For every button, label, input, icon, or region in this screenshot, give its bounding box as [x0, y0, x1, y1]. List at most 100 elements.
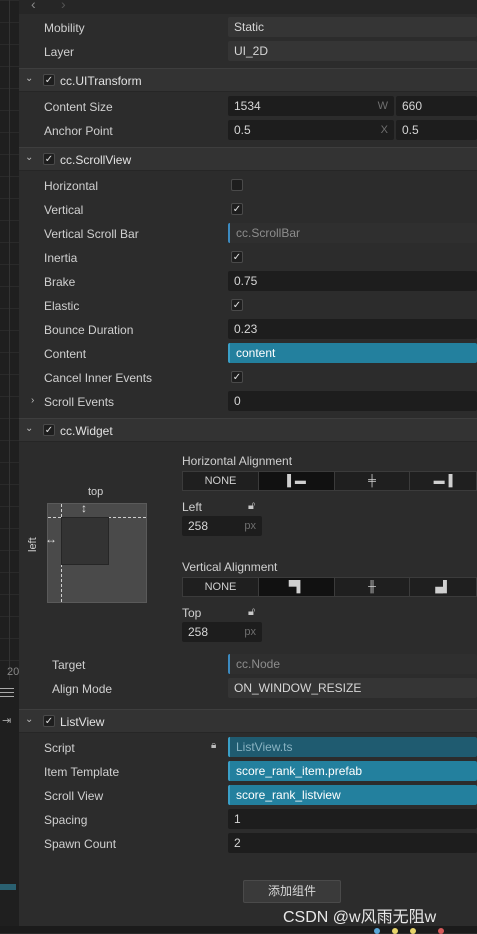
left-offset-unit: px [244, 520, 256, 532]
item-template-label: Item Template [44, 765, 120, 779]
align-bottom-icon: ▄▌ [435, 581, 451, 593]
inspector-toolbar: ‹ › [19, 0, 477, 14]
h-align-none-button[interactable]: NONE [183, 472, 259, 490]
spawn-count-input[interactable]: 2 [228, 833, 477, 853]
menu-icon-line [0, 692, 14, 693]
status-dot-icon [392, 928, 398, 934]
vertical-scroll-bar-label: Vertical Scroll Bar [44, 227, 139, 241]
anchor-point-label: Anchor Point [44, 124, 113, 138]
lock-icon: 🔒︎ [211, 740, 217, 751]
bounce-duration-label: Bounce Duration [44, 323, 134, 337]
align-mode-label: Align Mode [52, 682, 113, 696]
widget-title: cc.Widget [60, 424, 113, 438]
uitransform-section-header[interactable]: ⌄ ✓ cc.UITransform [19, 68, 477, 92]
scrollview-enabled-checkbox[interactable]: ✓ [43, 153, 55, 165]
v-align-top-button[interactable]: ▀▌ [259, 578, 335, 596]
bounce-duration-input[interactable]: 0.23 [228, 319, 477, 339]
widget-enabled-checkbox[interactable]: ✓ [43, 424, 55, 436]
uitransform-title: cc.UITransform [60, 74, 142, 88]
left-label: Left [182, 500, 203, 514]
node-preview-box [61, 517, 109, 565]
left-unlock-icon[interactable]: 🔓︎ [248, 500, 255, 513]
spawn-count-label: Spawn Count [44, 837, 117, 851]
top-offset-input[interactable]: 258 px [182, 622, 262, 642]
horizontal-label: Horizontal [44, 179, 99, 193]
collapse-chevron-icon[interactable]: ⌄ [25, 73, 33, 84]
layer-select[interactable]: UI_2D [228, 41, 477, 61]
content-width-input[interactable]: 1534 W [228, 96, 394, 116]
expand-chevron-icon[interactable]: › [31, 395, 34, 406]
preview-left-label: left [27, 537, 39, 552]
vertical-checkbox[interactable]: ✓ [231, 203, 243, 215]
scene-axis-line [9, 0, 10, 680]
v-align-bottom-button[interactable]: ▄▌ [410, 578, 476, 596]
scene-view-strip: 20 ⇥ [0, 0, 20, 933]
spacing-input[interactable]: 1 [228, 809, 477, 829]
script-field[interactable]: ListView.ts [228, 737, 477, 757]
status-indicator [0, 884, 16, 890]
scrollview-title: cc.ScrollView [60, 153, 132, 167]
uitransform-enabled-checkbox[interactable]: ✓ [43, 74, 55, 86]
align-mode-select[interactable]: ON_WINDOW_RESIZE [228, 678, 477, 698]
target-field[interactable]: cc.Node [228, 654, 477, 674]
status-dot-icon [410, 928, 416, 934]
anchor-x-value: 0.5 [234, 123, 251, 137]
cancel-inner-events-label: Cancel Inner Events [44, 371, 153, 385]
inertia-label: Inertia [44, 251, 78, 265]
item-template-field[interactable]: score_rank_item.prefab [228, 761, 477, 781]
left-offset-value: 258 [188, 519, 209, 533]
inertia-checkbox[interactable]: ✓ [231, 251, 243, 263]
scroll-events-label: Scroll Events [44, 395, 115, 409]
scroll-view-field[interactable]: score_rank_listview [228, 785, 477, 805]
collapse-chevron-icon[interactable]: ⌄ [25, 423, 33, 434]
scroll-events-input[interactable]: 0 [228, 391, 477, 411]
h-align-right-button[interactable]: ▬▐ [410, 472, 476, 490]
widget-section-header[interactable]: ⌄ ✓ cc.Widget [19, 418, 477, 442]
csdn-watermark: CSDN @w风雨无阻w [283, 909, 437, 926]
align-right-icon: ▬▐ [433, 475, 453, 487]
collapse-chevron-icon[interactable]: ⌄ [25, 152, 33, 163]
top-offset-value: 258 [188, 625, 209, 639]
brake-input[interactable]: 0.75 [228, 271, 477, 291]
align-left-icon: ▌▬ [287, 475, 306, 487]
layer-label: Layer [44, 45, 75, 59]
elastic-label: Elastic [44, 299, 80, 313]
vertical-label: Vertical [44, 203, 84, 217]
top-unlock-icon[interactable]: 🔓︎ [248, 606, 255, 619]
left-arrow-icon: ↔ [45, 532, 57, 546]
collapse-chevron-icon[interactable]: ⌄ [25, 714, 33, 725]
bottom-status-bar [0, 926, 477, 934]
align-top-icon: ▀▌ [288, 581, 305, 593]
h-align-left-button[interactable]: ▌▬ [259, 472, 335, 490]
left-offset-input[interactable]: 258 px [182, 516, 262, 536]
content-height-input[interactable]: 660 [396, 96, 477, 116]
listview-section-header[interactable]: ⌄ ✓ ListView [19, 709, 477, 733]
h-align-center-button[interactable]: ╪ [335, 472, 410, 490]
menu-icon[interactable] [0, 688, 14, 689]
top-arrow-icon: ↕ [81, 501, 87, 515]
mobility-select[interactable]: Static [228, 17, 477, 37]
widget-preview[interactable]: ↕ ↔ [45, 501, 147, 603]
horizontal-checkbox[interactable] [231, 179, 243, 191]
status-dot-icon [374, 928, 380, 934]
align-center-icon: ╪ [368, 475, 376, 487]
back-arrow-icon[interactable]: ‹ [31, 0, 36, 12]
forward-arrow-icon[interactable]: › [61, 0, 66, 12]
anchor-y-input[interactable]: 0.5 [396, 120, 477, 140]
add-component-button[interactable]: 添加组件 [243, 880, 341, 903]
menu-icon-line [0, 696, 14, 697]
mobility-label: Mobility [44, 21, 85, 35]
cancel-inner-events-checkbox[interactable]: ✓ [231, 371, 243, 383]
anchor-x-input[interactable]: 0.5 X [228, 120, 394, 140]
vertical-scroll-bar-field[interactable]: cc.ScrollBar [228, 223, 477, 243]
content-field[interactable]: content [228, 343, 477, 363]
horizontal-alignment-label: Horizontal Alignment [182, 454, 293, 468]
exit-icon[interactable]: ⇥ [2, 714, 11, 727]
v-align-middle-button[interactable]: ╫ [335, 578, 410, 596]
elastic-checkbox[interactable]: ✓ [231, 299, 243, 311]
scrollview-section-header[interactable]: ⌄ ✓ cc.ScrollView [19, 147, 477, 171]
listview-enabled-checkbox[interactable]: ✓ [43, 715, 55, 727]
scroll-view-label: Scroll View [44, 789, 104, 803]
v-align-none-button[interactable]: NONE [183, 578, 259, 596]
width-axis-label: W [377, 100, 388, 112]
